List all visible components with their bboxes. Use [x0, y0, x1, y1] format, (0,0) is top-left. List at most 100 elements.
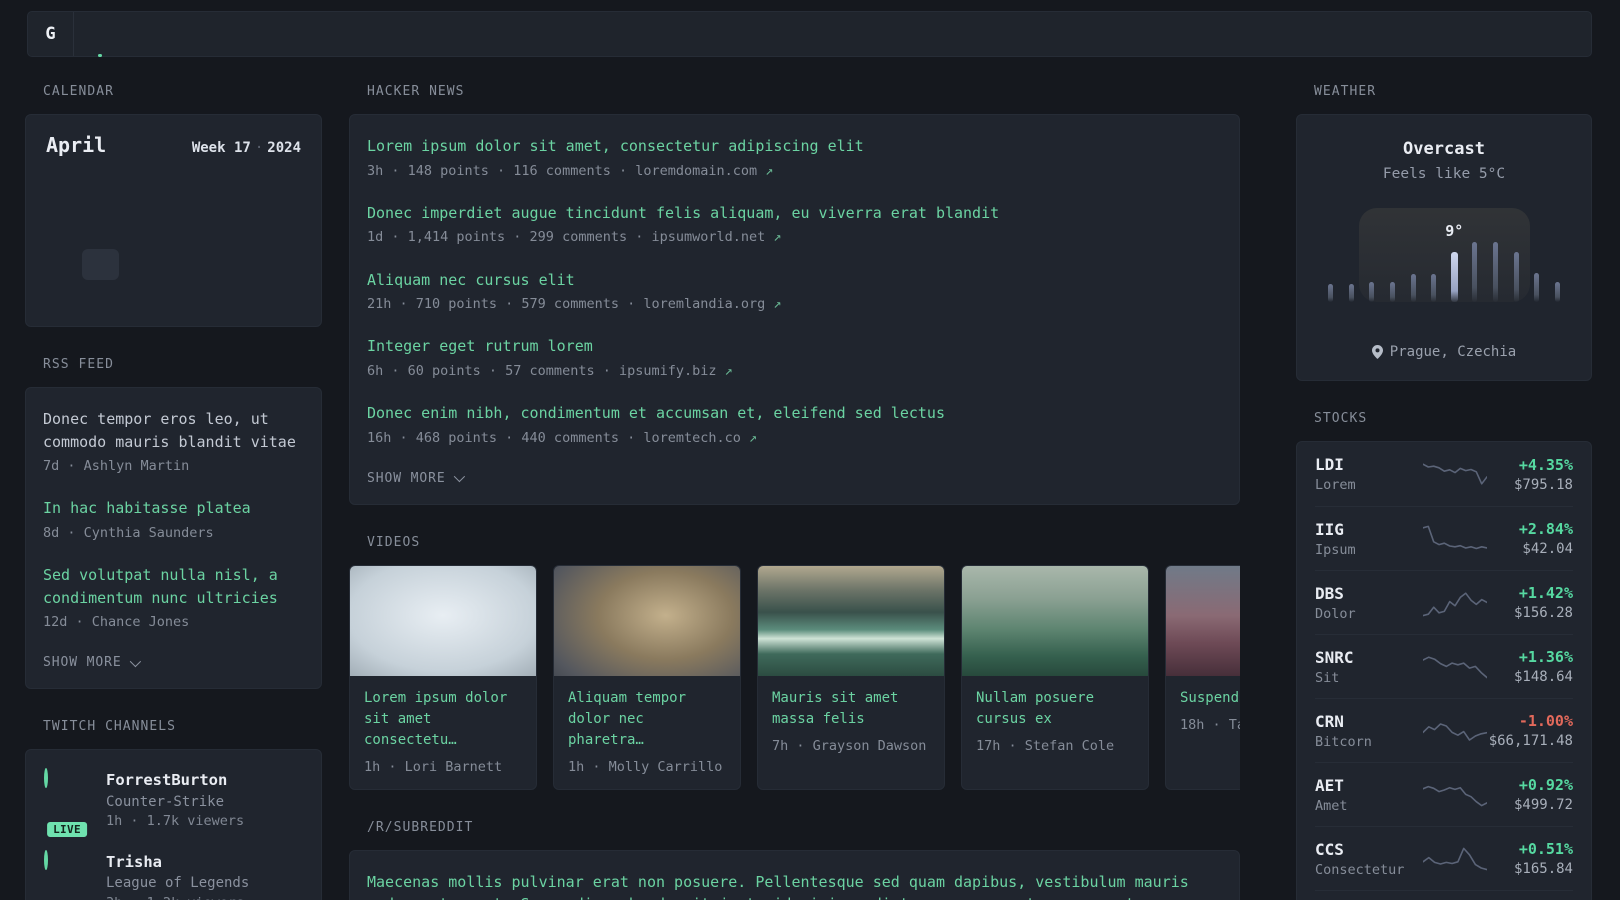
calendar-week-number: Week 17	[191, 140, 251, 156]
stock-id: CRN Bitcorn	[1315, 712, 1423, 750]
rss-item-title: Sed volutpat nulla nisl, a condimentum n…	[43, 566, 278, 607]
stock-name: Sit	[1315, 669, 1340, 686]
rss-item-link[interactable]: Donec tempor eros leo, ut commodo mauris…	[43, 408, 304, 476]
video-card[interactable]: Lorem ipsum dolor sit amet consectetu… 1…	[349, 564, 537, 790]
weather-bars: 9°	[1317, 202, 1571, 302]
rss-item-link[interactable]: Sed volutpat nulla nisl, a condimentum n…	[43, 564, 304, 632]
rss-item-title: Donec tempor eros leo, ut commodo mauris…	[43, 410, 296, 451]
hackernews-item-meta-text: 16h · 468 points · 440 comments · loremt…	[367, 429, 741, 446]
calendar-card: April Week 17 · 2024	[25, 114, 322, 327]
stock-values: +2.84% $42.04	[1519, 520, 1573, 557]
weekday-label	[228, 177, 264, 199]
external-link-icon: ↗	[749, 429, 758, 446]
video-card[interactable]: Aliquam tempor dolor nec pharetra… 1h · …	[553, 564, 741, 790]
video-meta: 1h · Lori Barnett	[364, 758, 503, 775]
hackernews-item-meta: 6h · 60 points · 57 comments · ipsumify.…	[367, 361, 1222, 381]
calendar-day	[228, 217, 264, 248]
stock-row[interactable]: IIG Ipsum +2.84% $42.04	[1315, 506, 1573, 570]
channel-info: ForrestBurton Counter-Strike 1h · 1.7k v…	[106, 770, 244, 832]
stock-row[interactable]: DBS Dolor +1.42% $156.28	[1315, 570, 1573, 634]
stock-name: Amet	[1315, 797, 1348, 814]
hackernews-show-more-button[interactable]: SHOW MORE	[367, 470, 465, 486]
stock-row[interactable]: AHS +0.46%	[1315, 890, 1573, 900]
video-meta: 7h · Grayson Dawson	[772, 737, 927, 754]
weekday-label	[192, 177, 228, 199]
hackernews-item-link[interactable]: Lorem ipsum dolor sit amet, consectetur …	[367, 135, 1222, 181]
weather-bar-column: 9°	[1445, 222, 1463, 302]
show-more-label: SHOW MORE	[43, 655, 122, 671]
subreddit-section-title: /R/SUBREDDIT	[367, 819, 474, 835]
hackernews-item-link[interactable]: Donec enim nibh, condimentum et accumsan…	[367, 402, 1222, 448]
videos-row: Lorem ipsum dolor sit amet consectetu… 1…	[349, 564, 1240, 790]
video-card[interactable]: Nullam posuere cursus ex 17h · Stefan Co…	[961, 564, 1149, 790]
header-bar: G	[27, 11, 1592, 57]
video-card[interactable]: Suspendisse diam 18h · Tara	[1165, 564, 1240, 790]
show-more-label: SHOW MORE	[367, 470, 446, 486]
stock-sparkline	[1423, 463, 1487, 485]
live-badge: LIVE	[45, 819, 89, 839]
video-card[interactable]: Mauris sit amet massa felis 7h · Grayson…	[757, 564, 945, 790]
weather-bar	[1472, 242, 1478, 302]
calendar-week: Week 17 · 2024	[192, 140, 301, 156]
page-tab[interactable]	[128, 12, 132, 56]
video-meta: 17h · Stefan Cole	[976, 737, 1115, 754]
stock-change: +0.92%	[1518, 776, 1573, 794]
stock-row[interactable]: LDI Lorem +4.35% $795.18	[1315, 442, 1573, 506]
stock-row[interactable]: SNRC Sit +1.36% $148.64	[1315, 634, 1573, 698]
stock-row[interactable]: CRN Bitcorn -1.00% $66,171.48	[1315, 698, 1573, 762]
app-logo[interactable]: G	[28, 12, 74, 56]
stock-name: Consectetur	[1315, 861, 1405, 878]
stock-row[interactable]: CCS Consectetur +0.51% $165.84	[1315, 826, 1573, 890]
hackernews-item-link[interactable]: Integer eget rutrum lorem 6h · 60 points…	[367, 335, 1222, 381]
calendar-day	[155, 217, 191, 248]
weather-bar-column	[1533, 273, 1540, 302]
calendar-day	[119, 281, 155, 312]
weekday-label	[82, 177, 118, 199]
calendar-day	[192, 217, 228, 248]
calendar-day-grid	[46, 217, 301, 312]
stock-row[interactable]: AET Amet +0.92% $499.72	[1315, 762, 1573, 826]
hackernews-item-meta: 3h · 148 points · 116 comments · loremdo…	[367, 161, 1222, 181]
stock-values: +0.92% $499.72	[1514, 776, 1573, 813]
hackernews-item-meta-text: 6h · 60 points · 57 comments · ipsumify.…	[367, 362, 717, 379]
channel-name: Trisha	[106, 852, 162, 871]
calendar-day	[46, 249, 82, 280]
hackernews-card: Lorem ipsum dolor sit amet, consectetur …	[349, 114, 1240, 505]
weather-bar-column	[1513, 252, 1520, 302]
stock-change: +2.84%	[1518, 520, 1573, 538]
weather-widget: WEATHER Overcast Feels like 5°C 9° Pragu…	[1296, 84, 1592, 381]
hackernews-item-meta: 1d · 1,414 points · 299 comments · ipsum…	[367, 227, 1222, 247]
stock-sparkline	[1423, 847, 1487, 870]
weather-bar	[1450, 252, 1458, 302]
hackernews-item-title: Donec imperdiet augue tincidunt felis al…	[367, 203, 1000, 222]
page-tab[interactable]	[188, 12, 192, 56]
weather-section-title: WEATHER	[1314, 84, 1377, 99]
videos-section-title: VIDEOS	[367, 534, 421, 550]
weather-bar-column	[1471, 242, 1478, 302]
calendar-section-title: CALENDAR	[43, 84, 114, 99]
videos-widget: VIDEOS Lorem ipsum dolor sit amet consec…	[349, 535, 1240, 790]
rss-show-more-button[interactable]: SHOW MORE	[43, 655, 141, 671]
avatar-wrap: LIVE	[44, 849, 90, 900]
stock-sparkline	[1423, 525, 1487, 549]
stock-change: +0.51%	[1518, 840, 1573, 858]
page-tab[interactable]	[158, 12, 162, 56]
hackernews-item-link[interactable]: Donec imperdiet augue tincidunt felis al…	[367, 202, 1222, 248]
twitch-channel-link[interactable]: LIVE Trisha League of Legends 3h · 1.2k …	[44, 849, 303, 900]
weather-location: Prague, Czechia	[1317, 344, 1571, 360]
page-tab[interactable]	[98, 12, 102, 57]
subreddit-post-link[interactable]: Maecenas mollis pulvinar erat non posuer…	[367, 871, 1222, 900]
external-link-icon: ↗	[773, 229, 782, 246]
weather-bar	[1493, 242, 1498, 302]
stock-price: $165.84	[1513, 861, 1573, 877]
rss-section-title: RSS FEED	[43, 357, 114, 372]
twitch-channel-link[interactable]: LIVE ForrestBurton Counter-Strike 1h · 1…	[44, 768, 303, 839]
rss-item-title: In hac habitasse platea	[43, 499, 251, 518]
stock-id: AET Amet	[1315, 776, 1423, 814]
rss-item-link[interactable]: In hac habitasse platea 8d · Cynthia Sau…	[43, 497, 304, 543]
hackernews-item-link[interactable]: Aliquam nec cursus elit 21h · 710 points…	[367, 269, 1222, 315]
calendar-header: April Week 17 · 2024	[46, 133, 301, 157]
video-title: Mauris sit amet massa felis	[772, 689, 899, 727]
stocks-widget: STOCKS LDI Lorem +4.35% $795.18 IIG Ipsu…	[1296, 411, 1592, 900]
weather-bar	[1431, 274, 1437, 302]
